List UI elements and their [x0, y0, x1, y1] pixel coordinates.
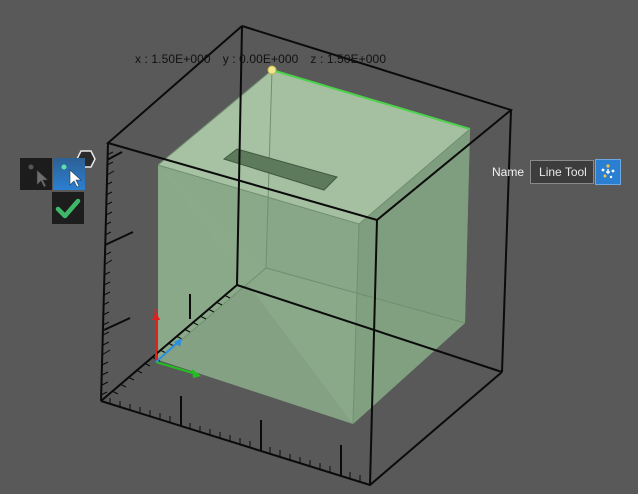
confirm-button[interactable]	[52, 192, 84, 224]
3d-scene[interactable]: x	[0, 0, 638, 494]
name-field-panel: Name	[492, 158, 622, 186]
coord-y-value: 0.00E+000	[239, 52, 299, 66]
coordinate-readout: x : 1.50E+000 y : 0.00E+000 z : 1.50E+000	[135, 52, 386, 66]
3d-viewport[interactable]: x x : 1.50E+000 y : 0.00E+000 z : 1.50E+00…	[0, 0, 638, 494]
checkmark-icon	[55, 198, 81, 219]
green-box[interactable]	[157, 69, 471, 425]
svg-text:x: x	[153, 306, 158, 316]
name-label: Name	[492, 165, 525, 179]
select-mode-faded-button[interactable]	[20, 158, 52, 190]
name-input[interactable]	[530, 160, 595, 184]
selection-mode-toolbar	[20, 158, 85, 190]
coord-x-label: x :	[135, 52, 152, 66]
sparkle-settings-icon	[601, 164, 615, 179]
coord-z-label: z :	[310, 52, 327, 66]
snap-point[interactable]	[267, 65, 277, 75]
name-settings-button[interactable]	[595, 159, 622, 185]
coord-x-value: 1.50E+000	[151, 52, 211, 66]
select-mode-active-button[interactable]	[53, 158, 85, 190]
coord-y-label: y :	[222, 52, 240, 66]
pointer-dot-icon	[61, 164, 82, 188]
coord-z-value: 1.50E+000	[326, 52, 387, 66]
pointer-dot-icon	[28, 164, 49, 188]
